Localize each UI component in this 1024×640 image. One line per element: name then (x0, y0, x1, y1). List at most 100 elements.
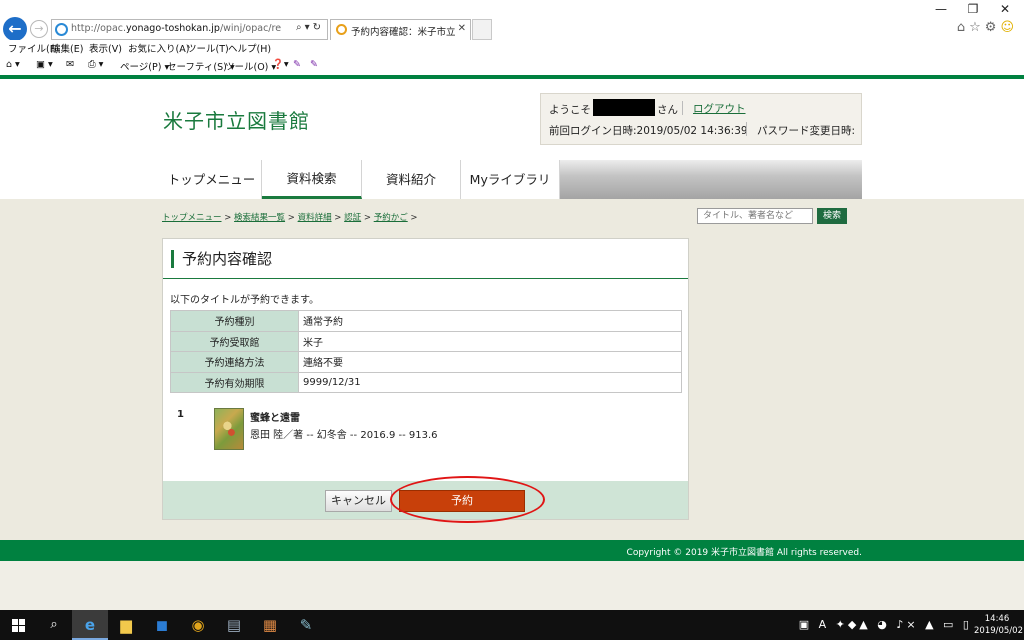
row-label: 予約有効期限 (170, 371, 299, 393)
user-name-redacted (593, 99, 655, 116)
highlight-ellipse (390, 476, 545, 523)
menu-help[interactable]: ヘルプ(H) (228, 41, 271, 55)
row-label: 予約連絡方法 (170, 351, 299, 373)
logout-link[interactable]: ログアウト (693, 101, 746, 116)
tools-menu[interactable]: ツール(O) ▾ (225, 59, 276, 73)
search-button[interactable]: 検索 (817, 208, 847, 224)
tab-favicon-icon (336, 24, 347, 35)
home-icon[interactable]: ⌂ (957, 20, 969, 35)
copyright-text: Copyright © 2019 米子市立図書館 All rights rese… (626, 548, 862, 558)
table-row: 予約連絡方法 連絡不要 (170, 351, 682, 373)
table-row: 予約種別 通常予約 (170, 310, 682, 332)
row-value: 9999/12/31 (298, 371, 682, 393)
chrome-taskbar-icon[interactable]: ◉ (180, 610, 216, 640)
page-menu[interactable]: ページ(P) ▾ (120, 59, 169, 73)
explorer-taskbar-icon[interactable]: ▆ (108, 610, 144, 640)
forward-button[interactable]: → (30, 20, 48, 38)
row-value: 米子 (298, 330, 682, 352)
print-icon[interactable]: ⎙ ▾ (88, 59, 103, 70)
book-meta: 恩田 陸／著 -- 幻冬舎 -- 2016.9 -- 913.6 (250, 430, 438, 441)
breadcrumb-results[interactable]: 検索結果一覧 (234, 213, 285, 223)
page-title: 予約内容確認 (182, 250, 273, 268)
paint-taskbar-icon[interactable]: ✎ (288, 610, 324, 640)
table-row: 予約有効期限 9999/12/31 (170, 371, 682, 393)
intro-text: 以下のタイトルが予約できます。 (170, 295, 319, 306)
cancel-button[interactable]: キャンセル (325, 490, 392, 512)
row-label: 予約受取館 (170, 330, 299, 352)
menu-view[interactable]: 表示(V) (89, 41, 122, 55)
book-cover-image (214, 408, 244, 450)
address-actions[interactable]: ⌕▾↻ (296, 22, 324, 33)
gear-icon[interactable]: ⚙ (985, 20, 1001, 35)
new-tab-button[interactable] (472, 19, 492, 40)
nav-search[interactable]: 資料検索 (262, 160, 362, 199)
feeds-icon[interactable]: ▣ ▾ (36, 59, 53, 70)
clock-time: 14:46 (984, 614, 1010, 624)
ie-page-icon (55, 23, 68, 36)
search-input[interactable] (697, 208, 813, 224)
breadcrumb-basket[interactable]: 予約かご (374, 213, 408, 223)
panel-header: 予約内容確認 (163, 239, 688, 279)
system-tray[interactable]: ▣ A ✦◆▲ ◕ ♪× ▲ ▭ ▯ (799, 618, 972, 631)
reservation-info-table: 予約種別 通常予約 予約受取館 米子 予約連絡方法 連絡不要 予約有効期限 99… (170, 310, 682, 393)
favorites-star-icon[interactable]: ☆ (969, 20, 985, 35)
browser-tool-icons[interactable]: ⌂☆⚙☺ (957, 20, 1018, 35)
address-bar[interactable]: http://opac.yonago-toshokan.jp/winj/opac… (51, 19, 328, 40)
windows-logo-icon (11, 619, 25, 632)
back-button[interactable]: ← (3, 17, 27, 41)
nav-top-menu[interactable]: トップメニュー (162, 160, 262, 199)
welcome-label: ようこそ (549, 104, 591, 116)
honorific-label: さん (657, 104, 678, 116)
breadcrumb-detail[interactable]: 資料詳細 (298, 213, 332, 223)
breadcrumb-auth[interactable]: 認証 (344, 213, 361, 223)
heading-accent (171, 250, 174, 268)
divider (746, 122, 747, 136)
ie-taskbar-icon[interactable]: e (72, 610, 108, 640)
menu-edit[interactable]: 編集(E) (51, 41, 83, 55)
row-value: 連絡不要 (298, 351, 682, 373)
document-taskbar-icon[interactable]: ▤ (216, 610, 252, 640)
home-cmd-icon[interactable]: ⌂ ▾ (6, 59, 20, 70)
menu-bar: ファイル(F) 編集(E) 表示(V) お気に入り(A) ツール(T) ヘルプ(… (0, 40, 1024, 56)
smile-feedback-icon[interactable]: ☺ (1000, 20, 1018, 35)
close-tab-icon[interactable]: ✕ (458, 23, 466, 34)
close-window-icon[interactable]: ✕ (990, 2, 1020, 16)
search-taskbar-icon[interactable]: ⌕ (36, 610, 72, 640)
command-bar: ⌂ ▾ ▣ ▾ ✉ ⎙ ▾ ページ(P) ▾ セーフティ(S) ▾ ツール(O)… (0, 56, 1024, 75)
user-info-box: ようこそ さん ログアウト 前回ログイン日時:2019/05/02 14:36:… (540, 93, 862, 145)
browser-titlebar: ← → http://opac.yonago-toshokan.jp/winj/… (0, 0, 1024, 41)
browser-tab-active[interactable]: 予約内容確認：米子市立図... ✕ (330, 19, 471, 40)
minimize-icon[interactable]: — (926, 2, 956, 16)
site-footer: Copyright © 2019 米子市立図書館 All rights rese… (0, 540, 1024, 561)
breadcrumb-top[interactable]: トップメニュー (162, 213, 222, 223)
translate-icon[interactable]: ✎ (310, 59, 318, 70)
menu-favorites[interactable]: お気に入り(A) (128, 41, 189, 55)
mail-icon[interactable]: ✉ (66, 59, 74, 70)
outlook-taskbar-icon[interactable]: ◼ (144, 610, 180, 640)
research-icon[interactable]: ✎ (293, 59, 301, 70)
start-button[interactable] (0, 610, 36, 640)
app-taskbar-icon[interactable]: ▦ (252, 610, 288, 640)
reservation-panel: 予約内容確認 以下のタイトルが予約できます。 予約種別 通常予約 予約受取館 米… (162, 238, 689, 520)
help-icon[interactable]: ❓▾ (272, 59, 289, 70)
breadcrumb: トップメニュー > 検索結果一覧 > 資料詳細 > 認証 > 予約かご > (162, 213, 418, 223)
main-nav: トップメニュー 資料検索 資料紹介 Myライブラリ (162, 160, 862, 199)
clock-date: 2019/05/02 (974, 626, 1023, 636)
last-login-text: 前回ログイン日時:2019/05/02 14:36:39 (549, 125, 748, 137)
nav-introduction[interactable]: 資料紹介 (362, 160, 461, 199)
taskbar-clock[interactable]: 14:46 2019/05/02 (974, 613, 1023, 637)
menu-tools[interactable]: ツール(T) (187, 41, 229, 55)
nav-my-library[interactable]: Myライブラリ (461, 160, 560, 199)
password-change-text: パスワード変更日時: (757, 125, 856, 137)
address-url[interactable]: http://opac.yonago-toshokan.jp/winj/opac… (71, 23, 281, 34)
row-label: 予約種別 (170, 310, 299, 332)
site-title[interactable]: 米子市立図書館 (163, 105, 310, 134)
book-title: 蜜蜂と遠雷 (250, 413, 300, 424)
table-row: 予約受取館 米子 (170, 330, 682, 352)
row-value: 通常予約 (298, 310, 682, 332)
divider (682, 101, 683, 115)
restore-icon[interactable]: ❐ (958, 2, 988, 16)
page-bottom (0, 561, 1024, 610)
taskbar: ⌕ e ▆ ◼ ◉ ▤ ▦ ✎ ▣ A ✦◆▲ ◕ ♪× ▲ ▭ ▯ 14:46… (0, 610, 1024, 640)
tab-title: 予約内容確認：米子市立図... (351, 27, 456, 38)
